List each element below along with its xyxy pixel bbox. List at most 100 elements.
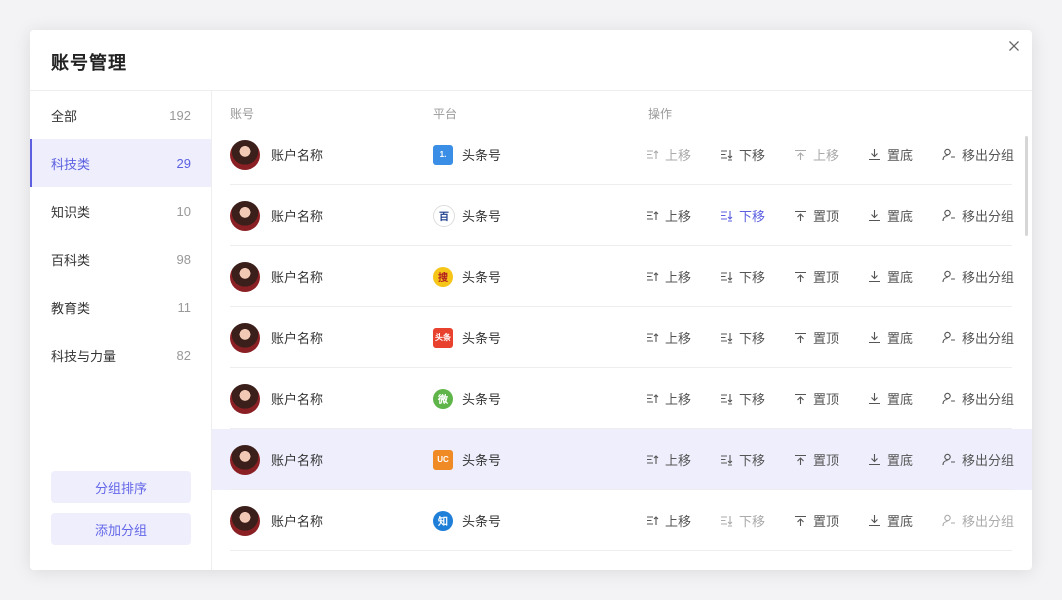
up-action-button[interactable]: 上移 [646, 206, 691, 225]
remove-action-button[interactable]: 移出分组 [942, 267, 1014, 286]
up-action-button[interactable]: 上移 [646, 450, 691, 469]
remove-action-button[interactable]: 移出分组 [942, 206, 1014, 225]
table-row[interactable]: 账户名称 1. 头条号 上移 下移 上移 置底 移出分组 [212, 124, 1032, 185]
bottom-action-button[interactable]: 置底 [868, 145, 913, 164]
remove-icon [942, 453, 962, 466]
close-icon[interactable] [1006, 38, 1022, 54]
bottom-action-button[interactable]: 置底 [868, 450, 913, 469]
down-action-button[interactable]: 下移 [720, 145, 765, 164]
up-action-button[interactable]: 上移 [646, 267, 691, 286]
platform-icon: 知 [433, 510, 453, 531]
top-action-button[interactable]: 置顶 [794, 267, 839, 286]
bottom-action-label: 置底 [887, 331, 914, 346]
platform-name: 头条号 [462, 453, 502, 468]
up-icon [646, 209, 665, 222]
bottom-action-button[interactable]: 置底 [868, 267, 913, 286]
up-action-button[interactable]: 上移 [646, 511, 691, 530]
table-row[interactable]: 账户名称 百头条号 上移 下移 置顶 置底 移出分组 [212, 185, 1032, 246]
up-action-label: 上移 [665, 514, 692, 529]
up-action-button[interactable]: 上移 [646, 328, 691, 347]
platform-name: 头条号 [462, 392, 502, 407]
account-name: 账户名称 [271, 270, 324, 285]
remove-action-button[interactable]: 移出分组 [942, 511, 1014, 530]
sidebar-item-label: 知识类 [51, 204, 91, 220]
bottom-icon [868, 514, 887, 527]
remove-action-button[interactable]: 移出分组 [942, 450, 1014, 469]
down-action-button[interactable]: 下移 [720, 328, 765, 347]
top-action-button[interactable]: 置顶 [794, 511, 839, 530]
sidebar-item-3[interactable]: 百科类 98 [30, 235, 211, 283]
remove-action-button[interactable]: 移出分组 [942, 145, 1014, 164]
account-table: 账号 平台 操作 账户名称 1. 头条号 上移 下移 上移 置底 移出分组 账户名称百头条号 上移… [212, 91, 1032, 570]
bottom-action-button[interactable]: 置底 [868, 511, 913, 530]
column-header-platform: 平台 [433, 107, 458, 121]
top-action-button[interactable]: 上移 [794, 145, 839, 164]
platform-icon: 头条 [433, 327, 453, 348]
platform-icon: 微 [433, 388, 453, 409]
down-action-button[interactable]: 下移 [720, 511, 765, 530]
add-group-button[interactable]: 添加分组 [51, 513, 191, 545]
sort-groups-button[interactable]: 分组排序 [51, 471, 191, 503]
sidebar-item-2[interactable]: 知识类 10 [30, 187, 211, 235]
sidebar-item-label: 百科类 [51, 252, 91, 268]
remove-action-button[interactable]: 移出分组 [942, 328, 1014, 347]
sidebar-item-label: 科技与力量 [51, 348, 117, 364]
bottom-icon [868, 209, 887, 222]
account-name: 账户名称 [271, 148, 324, 163]
up-action-label: 上移 [665, 270, 692, 285]
table-row[interactable]: 账户名称 搜头条号 上移 下移 置顶 置底 移出分组 [212, 246, 1032, 307]
remove-action-button[interactable]: 移出分组 [942, 389, 1014, 408]
up-icon [646, 392, 665, 405]
down-action-label: 下移 [739, 209, 766, 224]
bottom-action-label: 置底 [887, 270, 914, 285]
table-row[interactable]: 账户名称 UC 头条号 上移 下移 置顶 置底 移出分组 [212, 429, 1032, 490]
up-action-label: 上移 [665, 392, 692, 407]
up-action-label: 上移 [665, 209, 692, 224]
table-row[interactable]: 账户名称 知头条号 上移 下移 置顶 置底 移出分组 [212, 490, 1032, 551]
top-action-button[interactable]: 置顶 [794, 450, 839, 469]
top-action-label: 置顶 [813, 392, 840, 407]
down-action-button[interactable]: 下移 [720, 206, 765, 225]
sidebar-item-count: 11 [177, 299, 192, 315]
down-icon [720, 453, 739, 466]
top-icon [794, 453, 813, 466]
sidebar-item-4[interactable]: 教育类 11 [30, 283, 211, 331]
table-row[interactable]: 账户名称 头条 头条号 上移 下移 置顶 置底 移出分组 [212, 307, 1032, 368]
top-action-button[interactable]: 置顶 [794, 328, 839, 347]
down-action-button[interactable]: 下移 [720, 450, 765, 469]
remove-action-label: 移出分组 [962, 270, 1015, 285]
down-action-button[interactable]: 下移 [720, 267, 765, 286]
avatar [230, 261, 260, 292]
sidebar-item-1[interactable]: 科技类 29 [30, 139, 211, 187]
up-icon [646, 331, 665, 344]
down-action-button[interactable]: 下移 [720, 389, 765, 408]
avatar [230, 444, 260, 475]
account-name: 账户名称 [271, 514, 324, 529]
top-action-label: 置顶 [813, 453, 840, 468]
sidebar-item-5[interactable]: 科技与力量 82 [30, 331, 211, 379]
table-row[interactable]: 账户名称 微头条号 上移 下移 置顶 置底 移出分组 [212, 368, 1032, 429]
top-action-button[interactable]: 置顶 [794, 206, 839, 225]
down-action-label: 下移 [739, 453, 766, 468]
up-icon [646, 148, 665, 161]
bottom-action-label: 置底 [887, 209, 914, 224]
top-action-button[interactable]: 置顶 [794, 389, 839, 408]
sidebar-item-0[interactable]: 全部 192 [30, 91, 211, 139]
down-action-label: 下移 [739, 392, 766, 407]
down-action-label: 下移 [739, 331, 766, 346]
top-action-label: 上移 [813, 148, 840, 163]
up-action-button[interactable]: 上移 [646, 389, 691, 408]
bottom-action-button[interactable]: 置底 [868, 206, 913, 225]
avatar [230, 505, 260, 536]
bottom-action-button[interactable]: 置底 [868, 328, 913, 347]
remove-icon [942, 209, 962, 222]
platform-name: 头条号 [462, 209, 502, 224]
up-action-button[interactable]: 上移 [646, 145, 691, 164]
bottom-action-label: 置底 [887, 514, 914, 529]
remove-icon [942, 148, 962, 161]
account-management-dialog: 账号管理 全部 192 科技类 29 知识类 10 百科类 98 教育类 11 科技与力量 82 分组… [30, 30, 1032, 570]
scrollbar[interactable] [1025, 136, 1028, 236]
bottom-action-button[interactable]: 置底 [868, 389, 913, 408]
remove-action-label: 移出分组 [962, 453, 1015, 468]
down-action-label: 下移 [739, 514, 766, 529]
